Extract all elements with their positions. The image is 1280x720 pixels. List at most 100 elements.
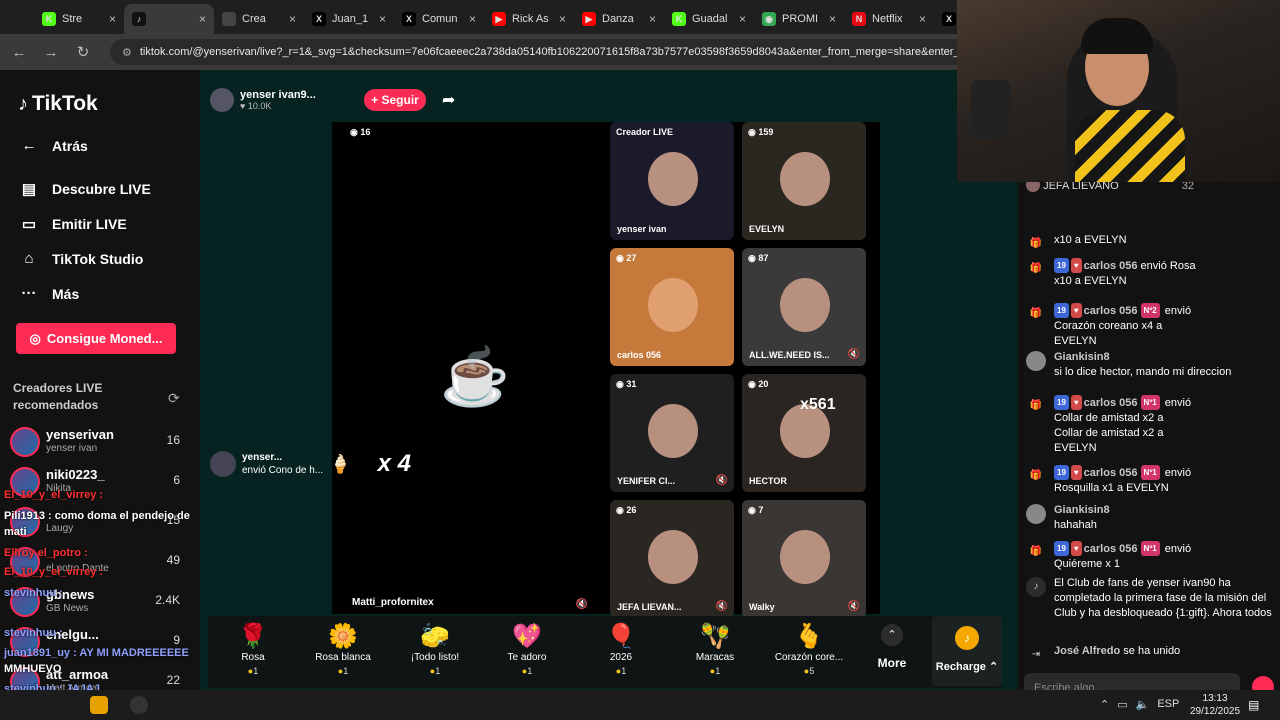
gift-item[interactable]: 🎈 2026 ●1 [576,616,666,686]
close-tab-icon[interactable]: × [919,12,926,26]
nav-more[interactable]: ··· Más [20,285,80,302]
site-info-icon[interactable]: ⚙ [122,46,132,59]
browser-tab[interactable]: N Netflix × [844,4,934,34]
recharge-button[interactable]: ♪ Recharge ⌃ [932,616,1002,686]
app-icon[interactable] [130,696,148,714]
guest-cell[interactable]: ◉ 31 YENIFER CI... 🔇 [610,374,734,492]
browser-tab[interactable]: K Stre × [34,4,124,34]
creator-subtitle: GB News [46,603,89,614]
guest-cell[interactable]: ◉ 87 ALL.WE.NEED IS... 🔇 [742,248,866,366]
share-icon[interactable]: ➦ [442,90,455,110]
guest-viewer-count: ◉ 7 [748,505,764,515]
guest-cell[interactable]: ◉ 26 JEFA LIEVAN... 🔇 [610,500,734,618]
network-icon[interactable]: ▭ [1117,698,1127,711]
refresh-icon[interactable]: ⟳ [168,390,180,407]
close-tab-icon[interactable]: × [379,12,386,26]
chat-username[interactable]: José Alfredo [1054,645,1120,657]
stream-overlay-chat-line: El_10_y_el_virrey : [4,489,104,501]
back-icon[interactable]: ← [10,44,28,61]
tab-favicon-icon: X [942,12,956,26]
chat-message: 🎁 19 ♥ carlos 056 Nº1 envió Collar de amista… [1026,395,1272,456]
browser-tab[interactable]: Crea × [214,4,304,34]
gift-item[interactable]: 🪇 Maracas ●1 [670,616,760,686]
mute-icon: 🔇 [847,601,860,612]
guest-name: yenser ivan [617,224,667,234]
tab-favicon-icon: ◉ [762,12,776,26]
chat-username[interactable]: carlos 056 [1084,467,1138,479]
guest-name: YENIFER CI... [617,476,676,486]
browser-tab[interactable]: ▶ Rick As × [484,4,574,34]
volume-icon[interactable]: 🔈 [1136,698,1150,711]
guest-cell[interactable]: ◉ 7 Walky 🔇 [742,500,866,618]
gift-item[interactable]: 🧽 ¡Todo listo! ●1 [390,616,480,686]
fan-badge: ♥ [1070,395,1082,410]
chat-username[interactable]: carlos 056 [1084,543,1138,555]
tiktok-logo[interactable]: ♪ TikTok [18,92,98,116]
gift-item[interactable]: 💖 Te adoro ●1 [482,616,572,686]
close-tab-icon[interactable]: × [469,12,476,26]
system-tray[interactable]: ⌃ ▭ 🔈 ESP [1100,698,1179,711]
gift-item[interactable]: 🌹 Rosa ●1 [208,616,298,686]
tab-title: PROMI [782,13,819,25]
chat-username[interactable]: carlos 056 [1084,260,1138,272]
notifications-icon[interactable]: ▤ [1248,698,1259,712]
nav-tiktok-studio[interactable]: ⌂ TikTok Studio [20,250,143,267]
close-tab-icon[interactable]: × [559,12,566,26]
close-tab-icon[interactable]: × [739,12,746,26]
gift-price: ●1 [521,666,533,676]
guest-cell[interactable]: ◉ 27 carlos 056 [610,248,734,366]
gift-item[interactable]: 🫰 Corazón core... ●5 [764,616,854,686]
level-badge: 19 [1054,303,1069,318]
host-info[interactable]: yenser ivan9... ♥ 10.0K [210,88,316,112]
close-tab-icon[interactable]: × [199,12,206,26]
chat-username[interactable]: Giankisin8 [1054,504,1110,516]
creator-subtitle: Laugy [46,523,74,534]
chevron-up-icon[interactable]: ⌃ [1100,698,1109,711]
guest-name: JEFA LIEVAN... [617,602,682,612]
chat-username[interactable]: Giankisin8 [1054,351,1110,363]
browser-tab[interactable]: ▶ Danza × [574,4,664,34]
gift-icon: 🎁 [1029,400,1043,411]
guest-cell[interactable]: Creador LIVE yenser ivan [610,122,734,240]
recommended-creator[interactable]: yenserivan yenser ivan 16 [10,425,190,461]
user-avatar[interactable] [1026,504,1046,524]
folder-icon[interactable] [90,696,108,714]
main-guest-cell[interactable]: ◉ 16 ☕ Matti_profornitex 🔇 [332,122,608,614]
close-tab-icon[interactable]: × [649,12,656,26]
forward-icon[interactable]: → [42,44,60,61]
nav-go-live[interactable]: ▭ Emitir LIVE [20,215,127,233]
user-avatar[interactable] [1026,351,1046,371]
chat-username[interactable]: carlos 056 [1084,305,1138,317]
more-gifts-button[interactable]: ⌃ More [872,624,912,670]
stream-overlay-chat-line: juan1891_uy : AY MI MADREEEEEE [4,647,189,659]
guest-cell[interactable]: ◉ 20 x561 HECTOR [742,374,866,492]
nav-back[interactable]: ← Atrás [20,137,88,154]
close-tab-icon[interactable]: × [829,12,836,26]
browser-tab[interactable]: ♪ × [124,4,214,34]
browser-tab[interactable]: X Juan_1 × [304,4,394,34]
creator-viewers: 22 [166,673,180,687]
gift-name: Te adoro [507,652,547,663]
gift-item[interactable]: 🌼 Rosa blanca ●1 [298,616,388,686]
close-tab-icon[interactable]: × [289,12,296,26]
gift-price: ●1 [337,666,349,676]
chat-message: Giankisin8 hahahah [1026,503,1272,533]
microphone [971,80,1011,140]
browser-tab[interactable]: ◉ PROMI × [754,4,844,34]
clock[interactable]: 13:13 29/12/2025 [1190,692,1240,718]
streamer-hair [1081,18,1153,54]
host-avatar[interactable] [210,88,234,112]
nav-discover-live[interactable]: ▤ Descubre LIVE [20,180,151,198]
follow-button[interactable]: + Seguir [364,89,426,111]
language-indicator[interactable]: ESP [1157,698,1179,711]
gift-price: ●1 [429,666,441,676]
close-tab-icon[interactable]: × [109,12,116,26]
chat-username[interactable]: carlos 056 [1084,397,1138,409]
live-video[interactable]: ◉ 16 ☕ Matti_profornitex 🔇 Creador LIVE y… [332,122,880,618]
guest-cell[interactable]: ◉ 159 EVELYN [742,122,866,240]
get-coins-button[interactable]: ◎ Consigue Moned... [16,323,176,354]
reload-icon[interactable]: ↻ [74,43,92,61]
browser-tab[interactable]: K Guadal × [664,4,754,34]
tab-favicon-icon [222,12,236,26]
browser-tab[interactable]: X Comun × [394,4,484,34]
